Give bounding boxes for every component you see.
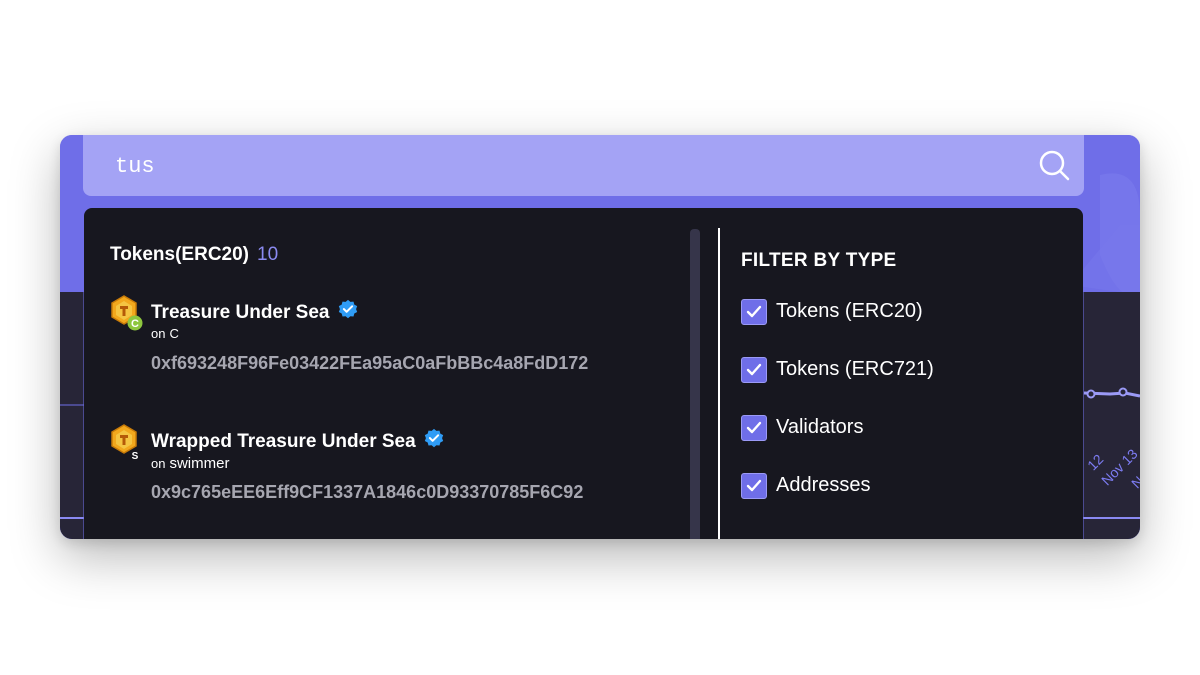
- section-count: 10: [257, 244, 279, 265]
- token-chain: on swimmer: [151, 455, 229, 472]
- filter-label: Addresses: [776, 474, 871, 496]
- result-item[interactable]: C Treasure Under Sea on C 0xf693248F96Fe0…: [110, 295, 670, 405]
- results-panel: Tokens(ERC20) 10 C Treasure Under Sea on…: [84, 208, 694, 539]
- token-address: 0xf693248F96Fe03422FEa95aC0aFbBBc4a8FdD1…: [151, 353, 589, 373]
- search-input[interactable]: [115, 151, 1015, 181]
- filter-label: Tokens (ERC20): [776, 300, 923, 322]
- search-bar[interactable]: [83, 135, 1084, 196]
- filter-label: Validators: [776, 416, 864, 438]
- check-icon: [746, 363, 762, 376]
- filter-panel: FILTER BY TYPE Tokens (ERC20) Tokens (ER…: [741, 208, 1071, 539]
- chain-name: C: [169, 326, 179, 341]
- verified-badge-icon: [338, 299, 357, 319]
- token-address: 0x9c765eEE6Eff9CF1337A1846c0D93370785F6C…: [151, 482, 584, 502]
- section-title: Tokens(ERC20) 10: [110, 244, 278, 266]
- token-icon: C: [111, 295, 143, 331]
- token-name-label: Treasure Under Sea: [151, 302, 330, 323]
- section-title-label: Tokens(ERC20): [110, 244, 250, 265]
- check-icon: [746, 305, 762, 318]
- checkbox[interactable]: [741, 357, 767, 383]
- token-name: Treasure Under Sea: [151, 299, 359, 324]
- check-icon: [746, 421, 762, 434]
- result-item[interactable]: S Wrapped Treasure Under Sea on swimmer 0…: [110, 424, 670, 534]
- token-icon: S: [111, 424, 139, 462]
- checkbox[interactable]: [741, 299, 767, 325]
- chain-name: swimmer: [169, 455, 230, 472]
- search-results-dropdown: Tokens(ERC20) 10 C Treasure Under Sea on…: [84, 208, 1083, 539]
- checkbox[interactable]: [741, 415, 767, 441]
- search-window: 12 Nov 13 No Tokens(ERC20)10 C: [60, 135, 1140, 539]
- chain-badge-letter: S: [132, 451, 139, 462]
- filter-label: Tokens (ERC721): [776, 358, 934, 380]
- panel-divider: [718, 228, 720, 539]
- search-icon[interactable]: [1038, 149, 1070, 181]
- chain-badge-letter: C: [131, 318, 139, 330]
- chain-prefix: on: [151, 456, 166, 471]
- verified-badge-icon: [424, 428, 444, 448]
- token-name: Wrapped Treasure Under Sea: [151, 428, 445, 453]
- filter-title: FILTER BY TYPE: [741, 250, 897, 271]
- results-scrollbar[interactable]: [690, 229, 700, 539]
- token-name-label: Wrapped Treasure Under Sea: [151, 431, 416, 452]
- token-chain: on C: [151, 326, 179, 341]
- check-icon: [746, 479, 762, 492]
- chain-prefix: on: [151, 326, 166, 341]
- checkbox[interactable]: [741, 473, 767, 499]
